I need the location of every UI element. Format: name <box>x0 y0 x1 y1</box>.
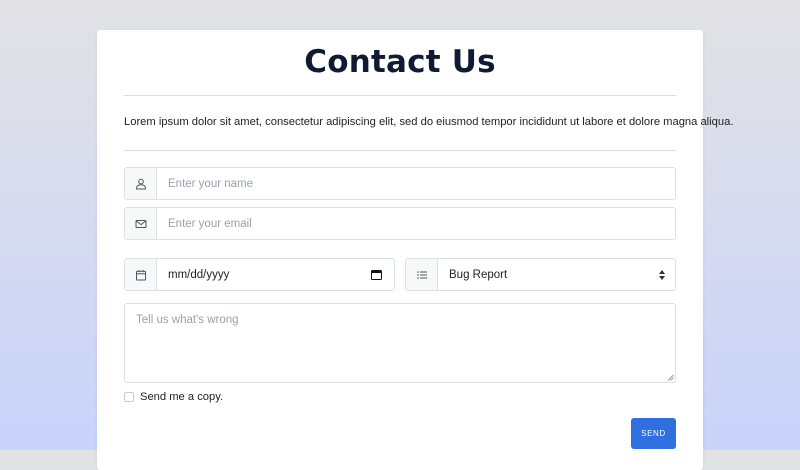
envelope-icon <box>125 208 157 239</box>
send-button[interactable]: SEND <box>631 418 676 449</box>
select-arrows-icon <box>658 269 666 280</box>
page-title: Contact Us <box>304 44 496 80</box>
email-input[interactable] <box>157 208 675 239</box>
email-input-group <box>124 207 676 240</box>
message-textarea[interactable] <box>124 303 676 383</box>
send-copy-checkbox[interactable] <box>124 392 134 402</box>
calendar-icon <box>125 259 157 290</box>
user-icon <box>125 168 157 199</box>
send-copy-label[interactable]: Send me a copy. <box>140 391 223 403</box>
resize-grip-icon[interactable] <box>667 374 674 381</box>
send-copy-row: Send me a copy. <box>124 391 223 403</box>
date-input-group: mm/dd/yyyy <box>124 258 395 291</box>
name-input[interactable] <box>157 168 675 199</box>
contact-card: Contact Us Lorem ipsum dolor sit amet, c… <box>97 30 734 470</box>
list-icon <box>406 259 438 290</box>
name-input-group <box>124 167 676 200</box>
divider <box>124 95 676 96</box>
divider <box>124 150 676 151</box>
category-select[interactable]: Bug Report <box>438 269 658 281</box>
description-text: Lorem ipsum dolor sit amet, consectetur … <box>124 116 734 128</box>
calendar-picker-icon[interactable] <box>371 269 382 280</box>
date-input[interactable]: mm/dd/yyyy <box>157 269 371 281</box>
category-select-group: Bug Report <box>405 258 676 291</box>
